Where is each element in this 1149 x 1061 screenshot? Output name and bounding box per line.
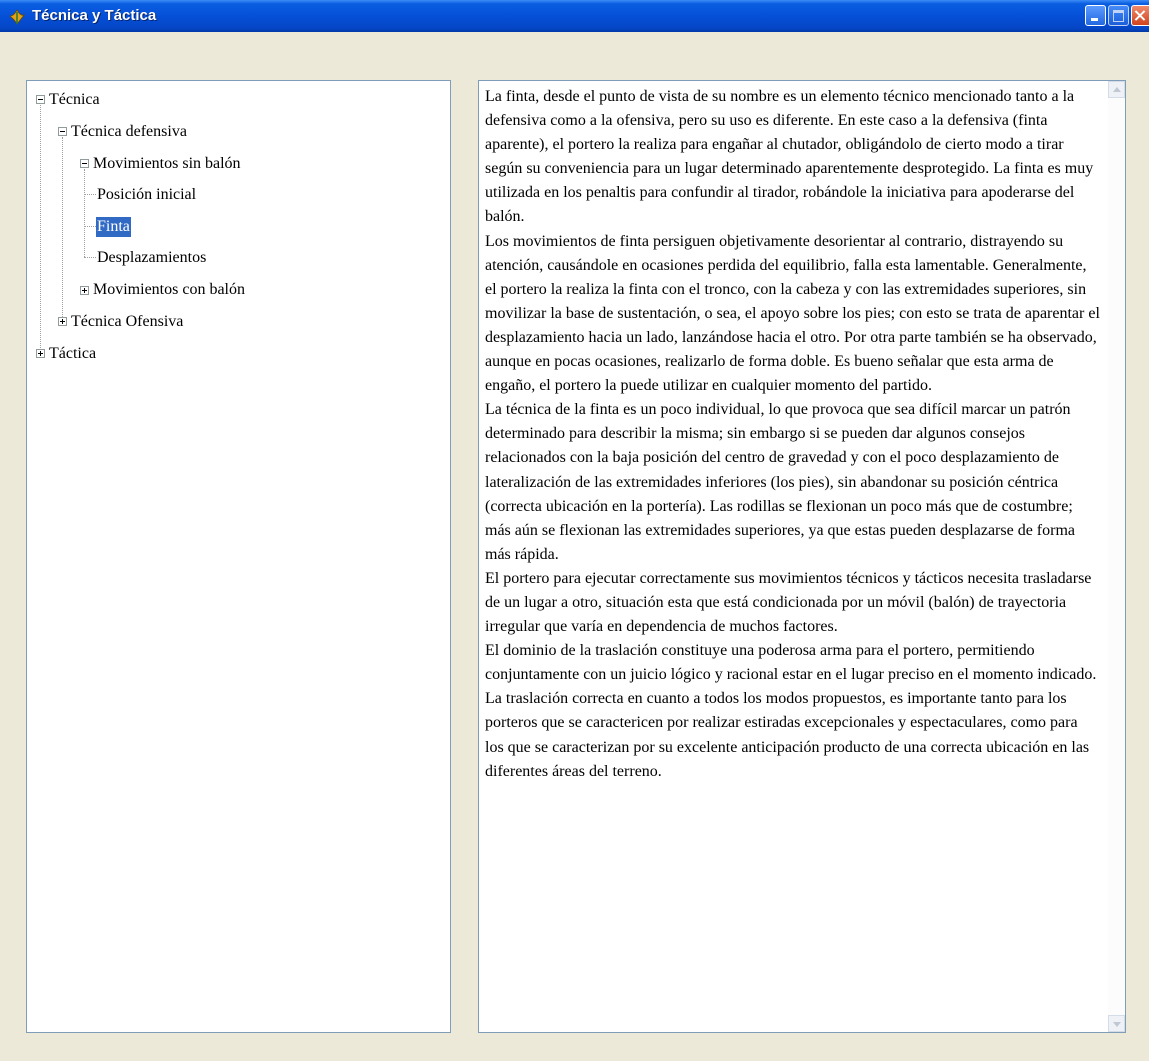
title-bar[interactable]: Técnica y Táctica — [0, 0, 1149, 32]
expander-tecnica-defensiva[interactable] — [58, 127, 67, 136]
expander-tecnica-ofensiva[interactable] — [58, 317, 67, 326]
tree-item-posicion-inicial[interactable]: Posición inicial — [97, 185, 196, 205]
maximize-icon[interactable] — [1108, 5, 1129, 26]
tree-item-desplazamientos[interactable]: Desplazamientos — [97, 248, 206, 268]
minimize-icon[interactable] — [1085, 5, 1106, 26]
content-text: La finta, desde el punto de vista de su … — [485, 85, 1100, 784]
tree-item-movimientos-con-balon[interactable]: Movimientos con balón — [93, 280, 245, 300]
tree-view[interactable]: Técnica Técnica defensiva Movimientos si… — [26, 80, 451, 1033]
close-icon[interactable] — [1131, 5, 1149, 26]
tree-item-movimientos-sin-balon[interactable]: Movimientos sin balón — [93, 154, 241, 174]
paragraph: La técnica de la finta es un poco indivi… — [485, 401, 1075, 563]
paragraph: Los movimientos de finta persiguen objet… — [485, 232, 1100, 395]
paragraph: La finta, desde el punto de vista de su … — [485, 88, 1094, 226]
expander-movimientos-con-balon[interactable] — [80, 286, 89, 295]
paragraph: El portero para ejecutar correctamente s… — [485, 569, 1092, 636]
paragraph: La traslación correcta en cuanto a todos… — [485, 690, 1090, 780]
scroll-down-button[interactable] — [1108, 1015, 1125, 1032]
chevron-down-icon — [1113, 1022, 1121, 1027]
window-title: Técnica y Táctica — [32, 7, 157, 24]
expander-tecnica[interactable] — [36, 95, 45, 104]
app-icon — [9, 9, 26, 25]
chevron-up-icon — [1113, 87, 1121, 92]
expander-tactica[interactable] — [36, 349, 45, 358]
tree-item-finta[interactable]: Finta — [96, 217, 131, 237]
content-textbox[interactable]: La finta, desde el punto de vista de su … — [478, 80, 1126, 1033]
tree-item-tactica[interactable]: Táctica — [49, 344, 96, 364]
vertical-scrollbar[interactable] — [1108, 81, 1125, 1032]
tree-item-tecnica-ofensiva[interactable]: Técnica Ofensiva — [71, 312, 183, 332]
tree-item-tecnica-defensiva[interactable]: Técnica defensiva — [71, 122, 187, 142]
expander-movimientos-sin-balon[interactable] — [80, 159, 89, 168]
tree-item-tecnica[interactable]: Técnica — [49, 90, 100, 110]
scroll-up-button[interactable] — [1108, 81, 1125, 98]
paragraph: El dominio de la traslación constituye u… — [485, 642, 1097, 684]
